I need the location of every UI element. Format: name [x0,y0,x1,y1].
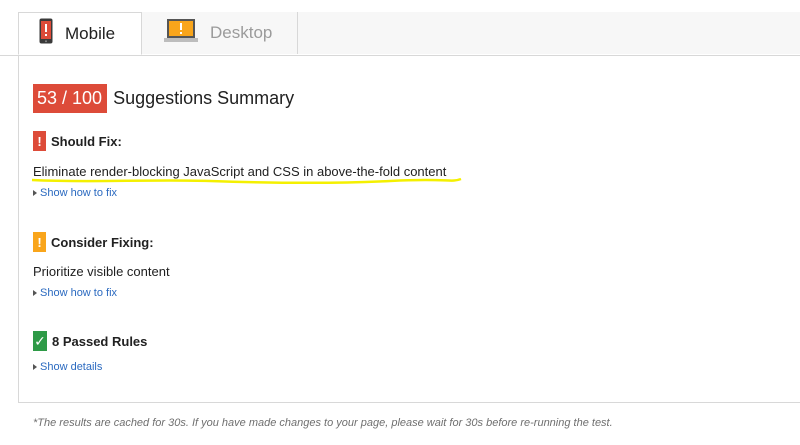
warning-red-icon: ! [33,131,46,151]
consider-fixing-heading: ! Consider Fixing: [33,232,154,252]
show-details-label: Show details [40,361,103,373]
tab-desktop-label: Desktop [210,23,273,42]
yellow-underline-annotation [31,177,462,185]
expand-triangle-icon [33,190,37,196]
desktop-monitor-icon [164,18,198,48]
show-how-to-fix-label: Show how to fix [40,187,118,199]
consider-fixing-title: Consider Fixing: [51,234,154,250]
should-fix-heading: ! Should Fix: [33,131,122,151]
tab-mobile[interactable]: Mobile [18,12,142,55]
show-how-to-fix-label: Show how to fix [40,287,118,299]
should-fix-title: Should Fix: [51,133,122,149]
mobile-phone-icon [39,18,53,49]
divider [18,402,800,403]
passed-rules-heading: ✓ 8 Passed Rules [33,331,147,351]
show-how-to-fix-link[interactable]: Show how to fix [33,287,117,299]
page-title: Suggestions Summary [113,88,295,108]
show-how-to-fix-link[interactable]: Show how to fix [33,187,117,199]
rule-prioritize-visible-content[interactable]: Prioritize visible content [33,264,170,279]
tab-desktop[interactable]: Desktop [142,12,298,54]
tab-mobile-label: Mobile [65,23,116,43]
passed-rules-title: 8 Passed Rules [52,333,148,349]
expand-triangle-icon [33,364,37,370]
score-header: 53 / 100 Suggestions Summary [33,84,294,113]
checkmark-icon: ✓ [33,331,47,351]
score-badge: 53 / 100 [33,84,108,113]
device-tabs: Mobile Desktop [0,12,800,56]
show-details-link[interactable]: Show details [33,361,102,373]
warning-orange-icon: ! [33,232,46,252]
expand-triangle-icon [33,290,37,296]
cache-footnote: *The results are cached for 30s. If you … [33,417,613,429]
